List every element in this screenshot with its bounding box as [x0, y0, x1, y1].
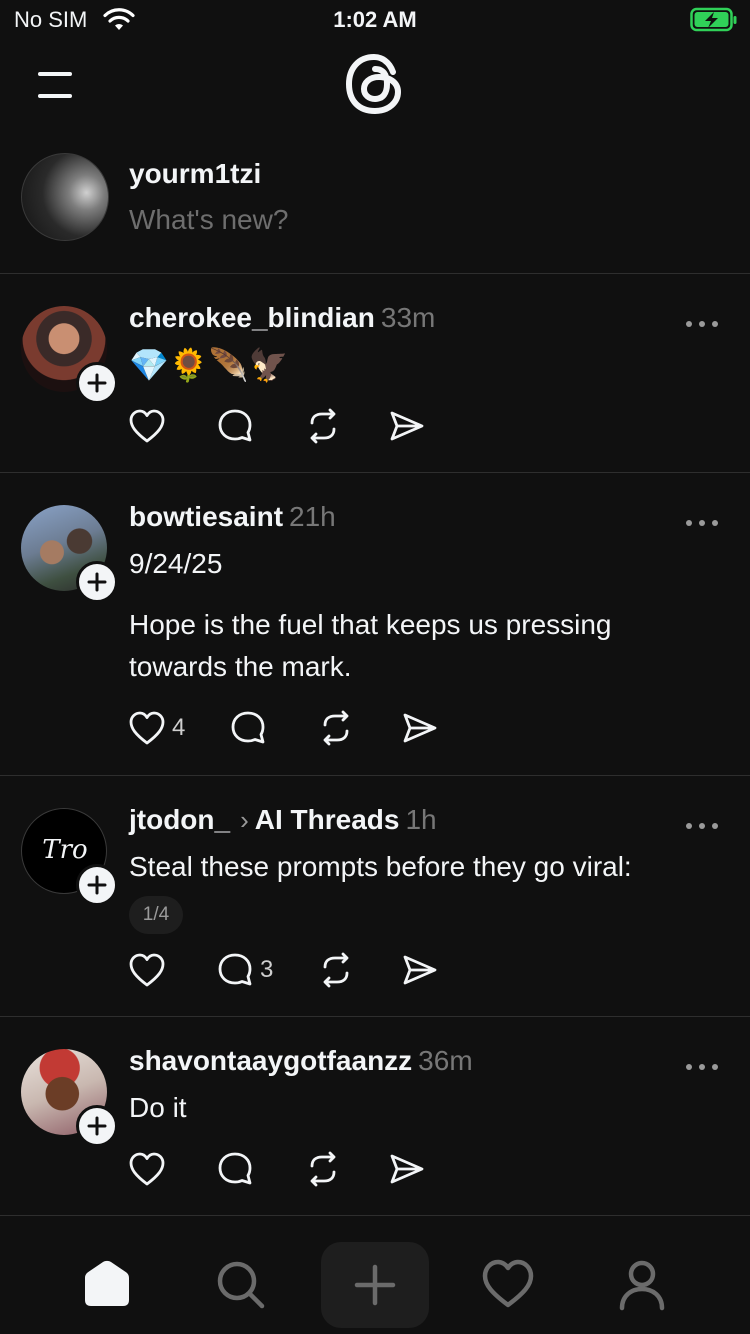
post-actions	[128, 1149, 426, 1189]
reply-button[interactable]	[216, 1149, 260, 1189]
create-button[interactable]	[321, 1242, 429, 1328]
profile-icon[interactable]	[614, 1256, 674, 1316]
post-header: cherokee_blindian 33m	[129, 302, 435, 334]
post-timestamp: 1h	[405, 804, 437, 835]
reply-button[interactable]: 3	[216, 950, 273, 990]
repost-icon	[323, 710, 349, 746]
post-actions: 4	[128, 708, 439, 748]
repost-icon	[323, 952, 349, 988]
post-text: Hope is the fuel that keeps us pressing …	[129, 609, 612, 682]
post-text: Steal these prompts before they go viral…	[129, 851, 632, 882]
post-text: Do it	[129, 1092, 187, 1123]
post-username[interactable]: cherokee_blindian	[129, 302, 375, 333]
community-name[interactable]: AI Threads	[255, 804, 400, 835]
post-actions: 3	[128, 950, 439, 990]
post[interactable]: shavontaaygotfaanzz 36m Do it	[0, 1017, 750, 1216]
status-bar: No SIM 1:02 AM	[0, 0, 750, 40]
follow-button[interactable]	[76, 864, 118, 906]
composer-username: yourm1tzi	[129, 158, 262, 189]
share-button[interactable]	[401, 950, 439, 990]
avatar-monogram: Tro	[42, 835, 88, 865]
post[interactable]: bowtiesaint 21h 9/24/25 Hope is the fuel …	[0, 473, 750, 776]
post-header: shavontaaygotfaanzz 36m	[129, 1045, 473, 1077]
repost-button[interactable]	[304, 1149, 342, 1189]
follow-button[interactable]	[76, 1105, 118, 1147]
post-timestamp: 21h	[289, 501, 336, 532]
home-icon[interactable]	[79, 1256, 139, 1316]
comment-icon	[218, 1152, 252, 1185]
threads-logo-icon[interactable]	[343, 52, 407, 116]
repost-icon	[310, 1151, 336, 1187]
heart-icon	[129, 711, 165, 745]
post-timestamp: 36m	[418, 1045, 473, 1076]
plus-icon	[354, 1264, 396, 1306]
avatar[interactable]	[21, 153, 109, 241]
chevron-right-icon: ›	[240, 805, 249, 835]
carousel-pager: 1/4	[129, 896, 183, 934]
like-button[interactable]: 4	[128, 708, 185, 748]
more-options-icon[interactable]	[684, 1059, 720, 1077]
like-count: 4	[172, 714, 186, 741]
send-icon	[403, 955, 437, 985]
share-button[interactable]	[401, 708, 439, 748]
post-username[interactable]: bowtiesaint	[129, 501, 283, 532]
post-username[interactable]: shavontaaygotfaanzz	[129, 1045, 412, 1076]
more-options-icon[interactable]	[684, 515, 720, 533]
post-date-line: 9/24/25	[129, 548, 223, 579]
post-actions	[128, 406, 426, 446]
heart-icon	[129, 1152, 165, 1186]
repost-button[interactable]	[304, 406, 342, 446]
post-username[interactable]: jtodon_	[129, 804, 230, 835]
activity-icon[interactable]	[480, 1256, 540, 1316]
like-button[interactable]	[128, 406, 172, 446]
heart-icon	[129, 409, 165, 443]
header	[0, 40, 750, 140]
send-icon	[390, 411, 424, 441]
post-timestamp: 33m	[380, 302, 436, 333]
follow-button[interactable]	[76, 362, 118, 404]
heart-icon	[129, 953, 165, 987]
post-header: bowtiesaint 21h	[129, 501, 336, 533]
composer-input[interactable]: What's new?	[129, 204, 288, 236]
comment-icon	[231, 711, 265, 744]
comment-icon	[218, 953, 252, 986]
like-button[interactable]	[128, 950, 172, 990]
post-text: 💎🌻🪶🦅	[129, 347, 289, 383]
search-icon[interactable]	[212, 1256, 272, 1316]
post[interactable]: Tro jtodon_ › AI Threads 1h Steal these pro…	[0, 776, 750, 1017]
send-icon	[390, 1154, 424, 1184]
comment-icon	[218, 409, 252, 442]
reply-button[interactable]	[216, 406, 260, 446]
send-icon	[403, 713, 437, 743]
reply-button[interactable]	[229, 708, 273, 748]
share-button[interactable]	[388, 406, 426, 446]
menu-icon[interactable]	[36, 70, 76, 100]
like-button[interactable]	[128, 1149, 172, 1189]
repost-icon	[310, 408, 336, 444]
more-options-icon[interactable]	[684, 316, 720, 334]
share-button[interactable]	[388, 1149, 426, 1189]
post-header: jtodon_ › AI Threads 1h	[129, 804, 437, 836]
battery-icon	[690, 7, 738, 38]
more-options-icon[interactable]	[684, 818, 720, 836]
repost-button[interactable]	[317, 708, 355, 748]
reply-count: 3	[260, 956, 274, 983]
repost-button[interactable]	[317, 950, 355, 990]
clock: 1:02 AM	[333, 7, 417, 32]
post[interactable]: cherokee_blindian 33m 💎🌻🪶🦅	[0, 274, 750, 473]
new-thread-composer[interactable]: yourm1tzi What's new?	[0, 140, 750, 274]
bottom-tab-bar	[0, 1234, 750, 1334]
follow-button[interactable]	[76, 561, 118, 603]
